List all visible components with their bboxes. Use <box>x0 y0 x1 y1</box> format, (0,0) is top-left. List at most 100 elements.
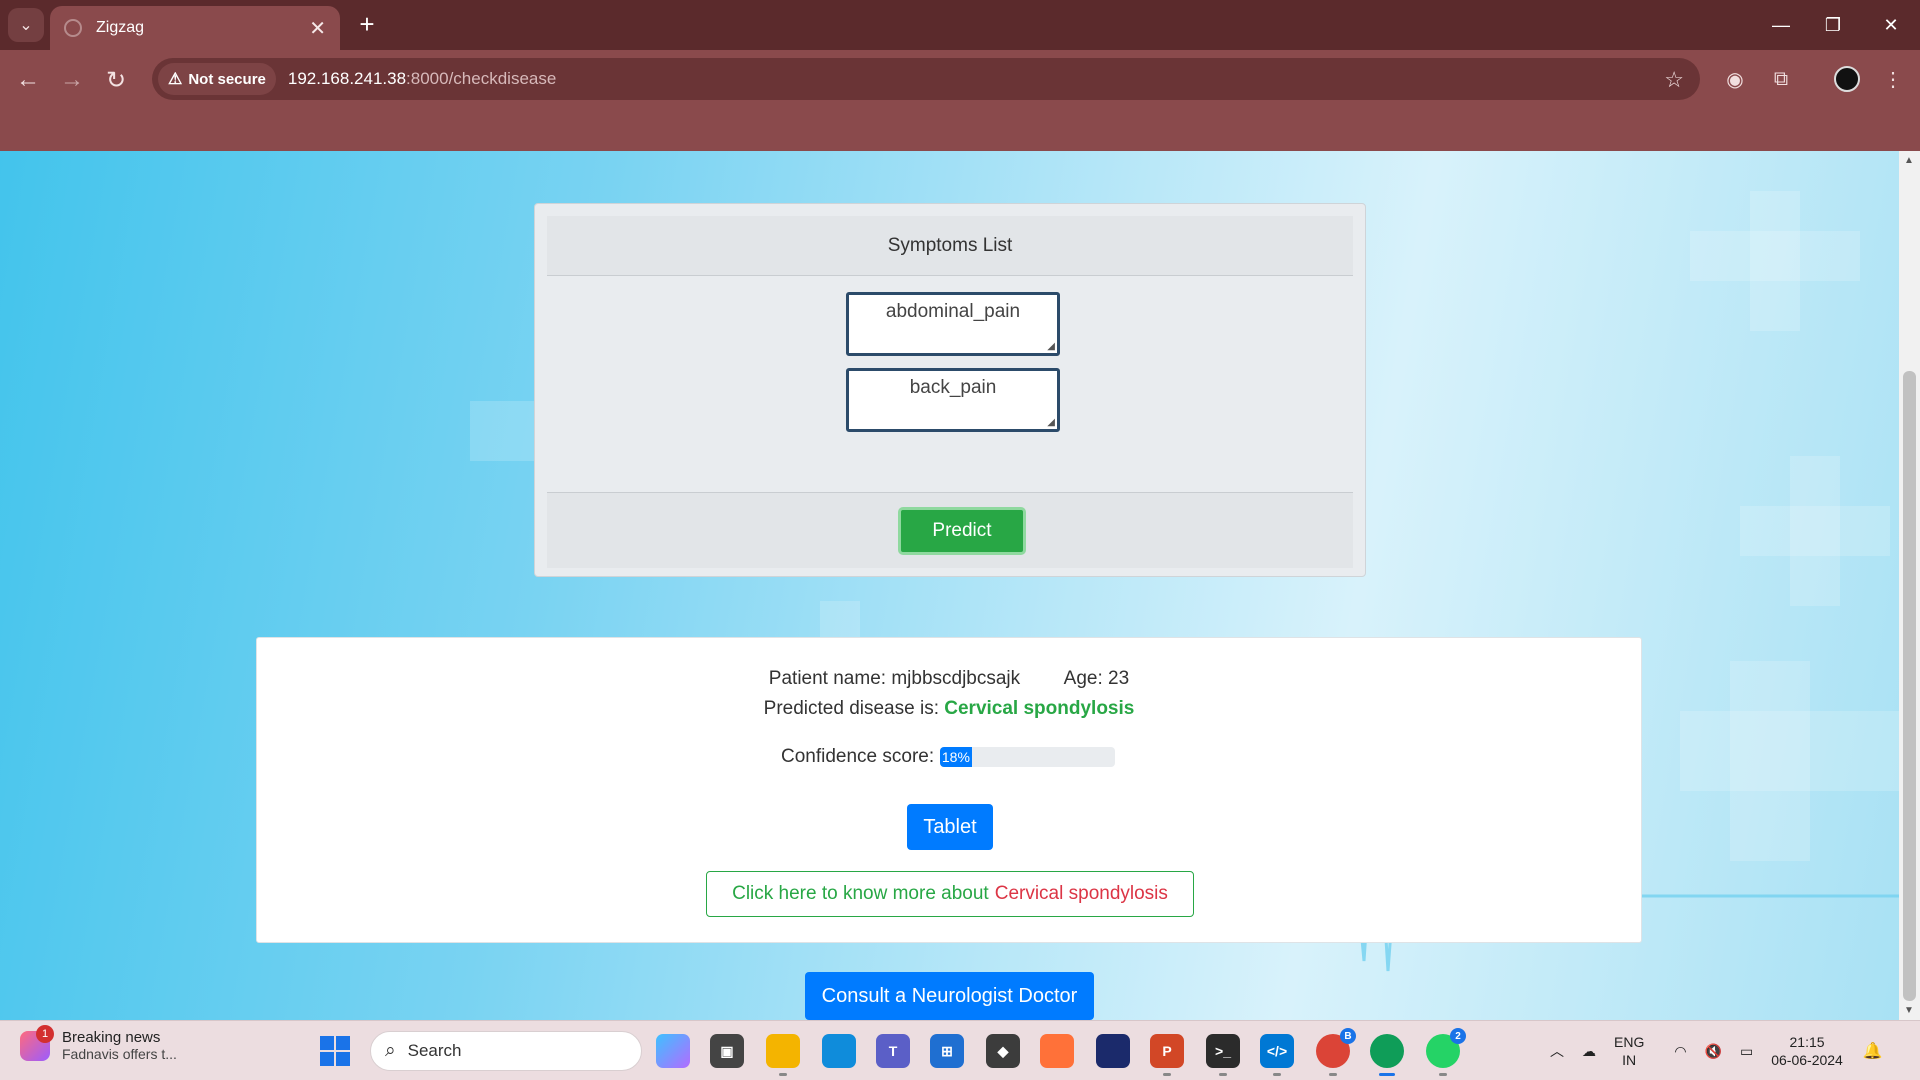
clock-date: 06-06-2024 <box>1771 1052 1843 1068</box>
patient-name-label: Patient name: <box>768 668 887 689</box>
consult-doctor-button[interactable]: Consult a Neurologist Doctor <box>805 972 1094 1020</box>
symptom-value: back_pain <box>909 377 997 398</box>
predicted-disease-label: Predicted disease is: <box>763 698 939 719</box>
resize-grip-icon[interactable]: ◢ <box>1047 341 1055 352</box>
wifi-app-icon[interactable] <box>1096 1034 1130 1068</box>
learn-more-button[interactable]: Click here to know more about Cervical s… <box>706 871 1194 917</box>
notification-bell-icon[interactable]: 🔔 <box>1863 1041 1883 1061</box>
tab-title: Zigzag <box>96 19 145 36</box>
patient-age: 23 <box>1108 668 1130 689</box>
wifi-icon[interactable]: ◠ <box>1674 1043 1686 1060</box>
chrome-app-icon[interactable]: B <box>1316 1028 1356 1076</box>
url-text[interactable]: 192.168.241.38:8000/checkdisease <box>288 69 556 89</box>
security-chip[interactable]: ⚠ Not secure <box>158 63 276 95</box>
confidence-progress-fill: 18% <box>940 747 972 767</box>
taskbar-search-placeholder: Search <box>407 1041 462 1060</box>
tab-close-icon[interactable]: ✕ <box>309 16 326 41</box>
region-code: IN <box>1622 1052 1637 1068</box>
language-code: ENG <box>1614 1034 1645 1050</box>
back-button[interactable]: ← <box>10 62 46 98</box>
task-view-icon[interactable]: ▣ <box>710 1034 744 1068</box>
cookie-extension-icon[interactable]: ◉ <box>1718 62 1752 96</box>
page-viewport: Symptoms List abdominal_pain ◢ back_pain… <box>0 151 1899 1020</box>
scroll-down-icon[interactable]: ▼ <box>1904 1005 1914 1016</box>
news-widget[interactable]: 1 Breaking news Fadnavis offers t... <box>20 1024 177 1062</box>
url-path: :8000/checkdisease <box>406 69 557 88</box>
symptom-field[interactable]: abdominal_pain ◢ <box>846 292 1060 356</box>
browser-toolbar: ← → ↻ ⚠ Not secure 192.168.241.38:8000/c… <box>0 50 1920 188</box>
vscode-app-icon[interactable]: </> <box>1260 1034 1294 1076</box>
chrome-app-icon[interactable] <box>1370 1034 1404 1076</box>
predict-footer: Predict <box>547 492 1353 568</box>
active-tab[interactable]: Zigzag ✕ <box>50 6 340 50</box>
symptom-value: abdominal_pain <box>885 301 1021 322</box>
volume-muted-icon[interactable]: 🔇 <box>1705 1043 1722 1060</box>
bookmark-star-icon[interactable]: ☆ <box>1664 67 1684 93</box>
address-bar[interactable]: ⚠ Not secure 192.168.241.38:8000/checkdi… <box>152 58 1700 100</box>
battery-icon[interactable]: ▭ <box>1740 1043 1753 1060</box>
scroll-up-icon[interactable]: ▲ <box>1904 155 1914 166</box>
learn-more-disease: Cervical spondylosis <box>994 883 1168 904</box>
tab-search-button[interactable]: ⌄ <box>8 8 44 42</box>
tab-favicon-icon <box>64 19 82 37</box>
patient-info-line: Patient name: mjbbscdjbcsajk Age: 23 <box>257 668 1641 690</box>
scrollbar-thumb[interactable] <box>1903 371 1916 1001</box>
chevron-down-icon: ⌄ <box>19 17 33 34</box>
clock[interactable]: 21:15 06-06-2024 <box>1771 1033 1843 1069</box>
news-title: Breaking news <box>62 1029 161 1046</box>
reload-button[interactable]: ↻ <box>98 62 134 98</box>
confidence-label: Confidence score: <box>781 746 935 767</box>
symptom-field[interactable]: back_pain ◢ <box>846 368 1060 432</box>
powerpoint-app-icon[interactable]: P <box>1150 1034 1184 1076</box>
news-badge: 1 <box>36 1024 54 1043</box>
result-card: Patient name: mjbbscdjbcsajk Age: 23 Pre… <box>256 637 1642 943</box>
system-tray: ︿ ☁ ENG IN ◠ 🔇 ▭ 21:15 06-06-2024 🔔 <box>1550 1021 1883 1080</box>
age-label: Age: <box>1063 668 1103 689</box>
news-subtitle: Fadnavis offers t... <box>62 1046 177 1062</box>
predict-button[interactable]: Predict <box>898 507 1026 555</box>
symptoms-header: Symptoms List <box>547 216 1353 276</box>
forward-button[interactable]: → <box>54 62 90 98</box>
teams-app-icon[interactable]: T <box>876 1034 910 1068</box>
file-explorer-icon[interactable] <box>766 1034 800 1076</box>
whatsapp-app-icon[interactable]: 2 <box>1426 1028 1466 1076</box>
unity-app-icon[interactable]: ◆ <box>986 1034 1020 1068</box>
background-cross-decoration <box>1750 191 1800 331</box>
terminal-app-icon[interactable]: >_ <box>1206 1034 1240 1076</box>
background-cross-decoration <box>1790 456 1840 606</box>
chevron-up-icon[interactable]: ︿ <box>1550 1041 1564 1061</box>
microsoft-store-icon[interactable]: ⊞ <box>930 1034 964 1068</box>
background-cross-decoration <box>470 401 540 461</box>
restore-button[interactable]: ❐ <box>1810 8 1856 42</box>
firefox-app-icon[interactable] <box>1040 1034 1074 1068</box>
learn-more-prefix: Click here to know more about <box>732 883 989 904</box>
onedrive-icon[interactable]: ☁ <box>1582 1043 1596 1060</box>
new-tab-button[interactable]: + <box>352 10 382 40</box>
url-host: 192.168.241.38 <box>287 69 407 88</box>
confidence-score-line: Confidence score: 18% <box>781 746 1116 768</box>
search-icon: ⌕ <box>385 1040 396 1061</box>
security-label: Not secure <box>188 70 266 88</box>
predicted-disease-line: Predicted disease is: Cervical spondylos… <box>257 698 1641 720</box>
profile-avatar[interactable] <box>1834 66 1860 92</box>
warning-icon: ⚠ <box>168 71 183 88</box>
windows-taskbar: 1 Breaking news Fadnavis offers t... ⌕ S… <box>0 1020 1920 1080</box>
news-widget-icon: 1 <box>20 1024 54 1061</box>
language-indicator[interactable]: ENG IN <box>1614 1033 1644 1069</box>
copilot-app-icon[interactable] <box>656 1034 690 1068</box>
resize-grip-icon[interactable]: ◢ <box>1047 417 1055 428</box>
tablet-button[interactable]: Tablet <box>907 804 993 850</box>
page-scrollbar[interactable]: ▲ ▼ <box>1899 151 1920 1020</box>
browser-tab-strip: ⌄ Zigzag ✕ + — ❐ ✕ <box>0 0 1920 50</box>
confidence-progress-bar: 18% <box>940 747 1116 767</box>
clock-time: 21:15 <box>1789 1034 1825 1050</box>
windows-start-icon[interactable] <box>320 1036 350 1066</box>
predicted-disease-name: Cervical spondylosis <box>944 698 1135 719</box>
taskbar-search-box[interactable]: ⌕ Search <box>370 1031 642 1071</box>
close-window-button[interactable]: ✕ <box>1868 8 1914 42</box>
extensions-puzzle-icon[interactable]: ⧉ <box>1764 62 1798 96</box>
patient-name: mjbbscdjbcsajk <box>891 668 1021 689</box>
edge-browser-icon[interactable] <box>822 1034 856 1068</box>
minimize-button[interactable]: — <box>1758 8 1804 42</box>
menu-kebab-icon[interactable]: ⋮ <box>1876 62 1910 96</box>
